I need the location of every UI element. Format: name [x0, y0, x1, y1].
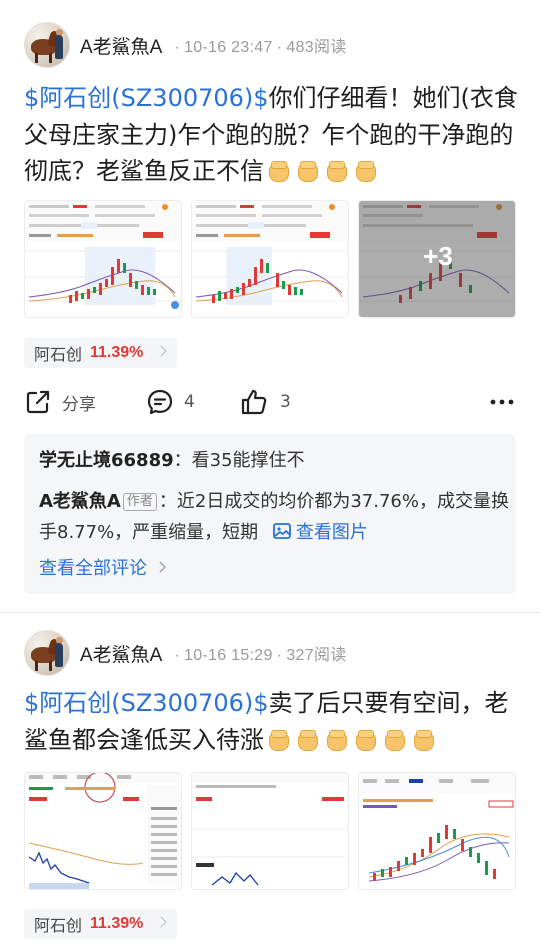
stock-tag-change: 11.39%	[90, 344, 144, 361]
stock-link[interactable]: $阿石创(SZ300706)$	[24, 84, 269, 112]
feed-post[interactable]: A老鯊魚A · 10-16 15:29 · 327阅读 $阿石创(SZ300706)$…	[0, 615, 540, 951]
more-images-count: +3	[423, 241, 453, 271]
chart-screenshot-thumbnail[interactable]	[358, 772, 516, 890]
thumbs-up-icon	[241, 389, 267, 415]
read-count: 327阅读	[286, 647, 347, 664]
image-gallery: +3	[24, 200, 516, 318]
comment-count: 4	[184, 392, 195, 412]
fist-emoji-icon	[354, 729, 376, 751]
comment-button[interactable]: 4	[146, 384, 195, 420]
fist-emoji-icon	[296, 160, 318, 182]
comment-preview-box[interactable]: 学无止境66889：看35能撑住不 A老鯊魚A 作者 ：近2日成交的均价都为37.7…	[24, 434, 516, 594]
fist-emoji-icon	[296, 729, 318, 751]
fist-emoji-icon	[383, 729, 405, 751]
read-count: 483阅读	[286, 39, 347, 56]
feed-post[interactable]: A老鯊魚A · 10-16 23:47 · 483阅读 $阿石创(SZ300706)$…	[0, 0, 540, 612]
chart-screenshot-thumbnail[interactable]	[191, 200, 349, 318]
more-options-button[interactable]	[488, 384, 526, 420]
author-name[interactable]: A老鯊魚A	[80, 640, 162, 667]
post-meta: · 10-16 15:29 · 327阅读	[174, 647, 347, 664]
chevron-right-icon	[155, 345, 168, 357]
fist-emoji-icon	[325, 729, 347, 751]
share-label: 分享	[62, 394, 96, 415]
author-badge: 作者	[122, 493, 157, 511]
comment-user[interactable]: A老鯊魚A	[39, 491, 121, 512]
author-name[interactable]: A老鯊魚A	[80, 32, 162, 59]
fist-emoji-icon	[325, 160, 347, 182]
image-gallery	[24, 772, 516, 890]
chart-screenshot-thumbnail[interactable]	[191, 772, 349, 890]
image-icon	[273, 523, 291, 539]
chart-screenshot-thumbnail[interactable]	[24, 772, 182, 890]
fist-emoji-icon	[354, 160, 376, 182]
post-action-bar: 分享 4 3	[24, 384, 520, 420]
chart-screenshot-thumbnail[interactable]	[24, 200, 182, 318]
more-dots-icon	[490, 399, 514, 405]
like-count: 3	[280, 392, 291, 412]
post-divider	[0, 612, 540, 613]
chevron-right-icon	[155, 916, 168, 928]
view-image-link[interactable]: 查看图片	[264, 522, 368, 543]
view-all-comments-link[interactable]: 查看全部评论	[39, 554, 167, 580]
avatar[interactable]	[24, 22, 70, 68]
fist-emoji-icon	[267, 160, 289, 182]
comment-item: 学无止境66889：看35能撑住不	[39, 450, 305, 471]
comment-user[interactable]: 学无止境66889	[39, 450, 174, 471]
share-icon	[26, 390, 50, 414]
stock-tag[interactable]: 阿石创 11.39%	[24, 909, 178, 939]
stock-tag-name: 阿石创	[34, 345, 83, 364]
chevron-right-icon	[159, 561, 166, 573]
post-time: 10-16 23:47	[184, 39, 273, 56]
like-button[interactable]: 3	[240, 384, 291, 420]
post-text[interactable]: $阿石创(SZ300706)$你们仔细看！她们(衣食父母庄家主力)乍个跑的脱？乍…	[24, 80, 520, 190]
comment-item: A老鯊魚A 作者 ：近2日成交的均价都为37.76%，成交量换手8.77%，严重缩量…	[39, 491, 509, 543]
share-button[interactable]: 分享	[24, 384, 96, 420]
post-meta: · 10-16 23:47 · 483阅读	[174, 39, 347, 56]
avatar[interactable]	[24, 630, 70, 676]
post-time: 10-16 15:29	[184, 647, 273, 664]
stock-tag-change: 11.39%	[90, 915, 144, 932]
post-text[interactable]: $阿石创(SZ300706)$卖了后只要有空间，老鲨鱼都会逢低买入待涨	[24, 685, 520, 758]
comment-icon	[147, 389, 173, 415]
stock-tag-name: 阿石创	[34, 916, 83, 935]
post-header: A老鯊魚A · 10-16 23:47 · 483阅读	[24, 22, 347, 68]
comment-text: 看35能撑住不	[191, 450, 305, 471]
fist-emoji-icon	[412, 729, 434, 751]
stock-link[interactable]: $阿石创(SZ300706)$	[24, 689, 269, 717]
stock-tag[interactable]: 阿石创 11.39%	[24, 338, 178, 368]
chart-screenshot-thumbnail[interactable]: +3	[358, 200, 516, 318]
fist-emoji-icon	[267, 729, 289, 751]
post-header: A老鯊魚A · 10-16 15:29 · 327阅读	[24, 630, 347, 676]
